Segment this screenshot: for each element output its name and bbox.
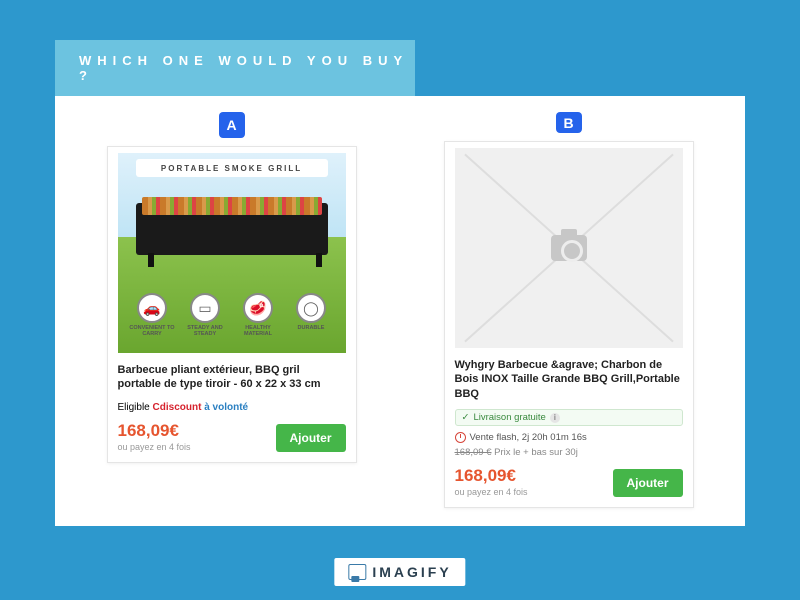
header-question: WHICH ONE WOULD YOU BUY ? xyxy=(79,53,415,83)
meat-icon: 🥩 xyxy=(243,293,273,323)
check-icon: ✓ xyxy=(462,412,470,423)
product-title-a[interactable]: Barbecue pliant extérieur, BBQ gril port… xyxy=(118,363,346,392)
header-band: WHICH ONE WOULD YOU BUY ? xyxy=(55,40,415,96)
steady-icon: ▭ xyxy=(190,293,220,323)
pay4-a: ou payez en 4 fois xyxy=(118,442,191,452)
price-a: 168,09€ xyxy=(118,421,191,441)
eligible-line: Eligible Cdiscount à volonté xyxy=(118,402,346,413)
product-title-b[interactable]: Wyhgry Barbecue &agrave; Charbon de Bois… xyxy=(455,358,683,401)
durable-icon: ◯ xyxy=(296,293,326,323)
info-icon[interactable]: i xyxy=(550,413,560,423)
product-image-a[interactable]: PORTABLE SMOKE GRILL 🚗CONVENIENT TO CARR… xyxy=(118,153,346,353)
badge-b: B xyxy=(556,112,582,133)
comparison-stage: A PORTABLE SMOKE GRILL 🚗CONVENIENT TO CA… xyxy=(55,96,745,526)
add-button-b[interactable]: Ajouter xyxy=(613,469,683,497)
car-icon: 🚗 xyxy=(137,293,167,323)
feature-row: 🚗CONVENIENT TO CARRY ▭STEADY AND STEADY … xyxy=(128,293,336,347)
image-banner: PORTABLE SMOKE GRILL xyxy=(136,159,328,177)
flash-sale-line: Vente flash, 2j 20h 01m 16s xyxy=(455,432,683,443)
camera-icon xyxy=(551,235,587,261)
placeholder-image-b[interactable] xyxy=(455,148,683,348)
add-button-a[interactable]: Ajouter xyxy=(276,424,346,452)
brand-footer[interactable]: IMAGIFY xyxy=(334,558,465,586)
free-shipping-pill: ✓ Livraison gratuite i xyxy=(455,409,683,426)
badge-a: A xyxy=(219,112,245,138)
product-card-b[interactable]: Wyhgry Barbecue &agrave; Charbon de Bois… xyxy=(444,141,694,508)
price-b: 168,09€ xyxy=(455,466,528,486)
column-a: A PORTABLE SMOKE GRILL 🚗CONVENIENT TO CA… xyxy=(83,112,380,508)
imagify-icon xyxy=(348,564,366,580)
pay4-b: ou payez en 4 fois xyxy=(455,487,528,497)
column-b: B Wyhgry Barbecue &agrave; Charbon de Bo… xyxy=(420,112,717,508)
brand-name: IMAGIFY xyxy=(372,564,451,580)
product-card-a[interactable]: PORTABLE SMOKE GRILL 🚗CONVENIENT TO CARR… xyxy=(107,146,357,463)
old-price-line: 168,09 € Prix le + bas sur 30j xyxy=(455,447,683,458)
clock-icon xyxy=(455,432,466,443)
